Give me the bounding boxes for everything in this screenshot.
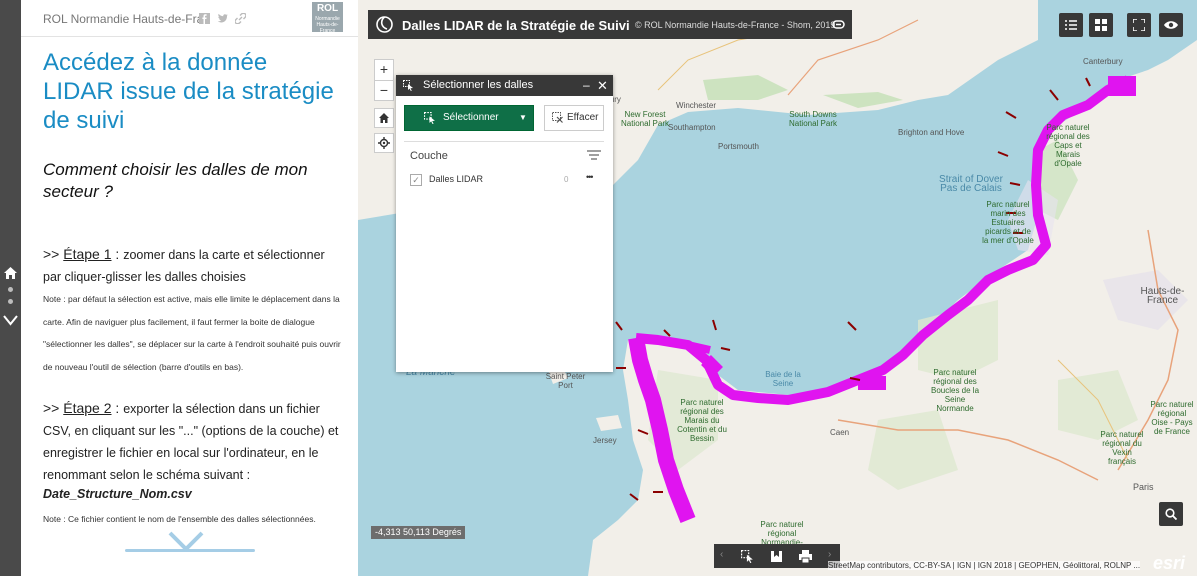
map-label: Brighton and Hove	[898, 128, 965, 137]
clear-button[interactable]: Effacer	[544, 105, 604, 131]
home-icon	[379, 113, 389, 123]
print-icon[interactable]	[799, 550, 812, 563]
layer-checkbox[interactable]: ✓	[410, 174, 422, 186]
story-panel: ROL Normandie Hauts-de-France ROLNormand…	[21, 0, 358, 576]
search-button[interactable]	[1159, 502, 1183, 526]
map-credits: © ROL Normandie Hauts-de-France - Shom, …	[635, 20, 836, 30]
basemap-button[interactable]	[1089, 13, 1113, 37]
page-title: Accédez à la donnée LIDAR issue de la st…	[43, 49, 334, 134]
link-icon[interactable]	[832, 19, 845, 30]
chevron-left-icon[interactable]: ‹	[720, 549, 723, 560]
swirl-logo-icon	[376, 16, 393, 33]
legend-button[interactable]	[1059, 13, 1083, 37]
map-label: Portsmouth	[718, 142, 759, 151]
story-nav-rail	[0, 0, 21, 576]
map-label: Parc naturel régional des Boucles de la …	[930, 368, 980, 413]
note-1: Note : par défaut la sélection est activ…	[43, 294, 341, 372]
layer-options-button[interactable]: •••	[586, 172, 594, 182]
caret-down-icon[interactable]: ▼	[519, 106, 527, 130]
map-view[interactable]: Salisbury Winchester Southampton New For…	[358, 0, 1197, 576]
locate-icon	[378, 137, 390, 149]
map-label: Paris	[1133, 482, 1154, 492]
layer-column-header: Couche	[410, 150, 448, 162]
list-icon	[1065, 20, 1077, 30]
map-label: Parc naturel marin des Estuaires picards…	[982, 200, 1034, 245]
section-subtitle: Comment choisir les dalles de mon secteu…	[43, 160, 308, 201]
zoom-control: + −	[374, 59, 394, 101]
chevron-right-icon[interactable]: ›	[828, 549, 831, 560]
home-icon[interactable]	[4, 267, 17, 279]
step2-label: Étape 2	[63, 400, 112, 416]
header-title: ROL Normandie Hauts-de-France	[43, 12, 199, 26]
link-icon[interactable]	[235, 13, 246, 24]
divider	[404, 141, 604, 142]
map-label: South Downs National Park	[788, 110, 838, 128]
map-label: Parc naturel régional des Caps et Marais…	[1046, 123, 1090, 168]
scroll-indicator	[125, 549, 255, 552]
dialog-title: Sélectionner les dalles	[423, 79, 534, 91]
map-title: Dalles LIDAR de la Stratégie de Suivi	[402, 18, 630, 33]
filter-list-icon[interactable]	[587, 150, 601, 162]
select-tool-icon[interactable]	[741, 550, 754, 563]
select-tool-icon	[424, 112, 435, 124]
clear-selection-icon	[552, 112, 563, 123]
search-icon	[1165, 508, 1177, 520]
zoom-in-button[interactable]: +	[375, 60, 393, 81]
map-label: Strait of Dover Pas de Calais	[939, 174, 1003, 194]
coordinates-readout: -4,313 50,113 Degrés	[371, 526, 466, 539]
nav-dot[interactable]	[8, 287, 13, 292]
grid-icon	[1095, 19, 1107, 31]
esri-logo: esri	[1153, 553, 1186, 573]
map-label: Jersey	[593, 436, 617, 445]
home-extent-button[interactable]	[374, 108, 394, 128]
layer-count: 0	[564, 175, 569, 184]
locate-button[interactable]	[374, 133, 394, 153]
close-icon[interactable]: ✕	[597, 75, 608, 96]
map-title-bar: Dalles LIDAR de la Stratégie de Suivi © …	[368, 10, 852, 39]
story-header: ROL Normandie Hauts-de-France ROLNormand…	[21, 0, 358, 37]
map-label: Caen	[830, 428, 850, 437]
map-label: Saint Peter Port	[545, 372, 586, 390]
bookmark-icon[interactable]	[770, 550, 783, 563]
map-label: Winchester	[676, 101, 717, 110]
map-label: Canterbury	[1083, 57, 1123, 66]
step1-paragraph: >> Étape 1 : zoomer dans la carte et sél…	[43, 246, 325, 284]
map-label: New Forest National Park	[620, 110, 670, 128]
map-label: Parc naturel régional des Marais du Cote…	[677, 398, 727, 443]
select-button[interactable]: Sélectionner ▼	[404, 105, 534, 131]
chevron-down-icon[interactable]	[3, 314, 18, 326]
fullscreen-icon	[1133, 19, 1145, 31]
rol-logo: ROL Normandie Hauts-de-France	[312, 2, 343, 34]
attribution: StreetMap contributors, CC-BY-SA | IGN |…	[828, 561, 1141, 570]
note-2: Note : Ce fichier contient le nom de l'e…	[43, 514, 316, 524]
map-label: Hauts-de-France	[1140, 286, 1185, 306]
map-label: Parc naturel régional du Vexin français	[1100, 430, 1144, 466]
filename-pattern: Date_Structure_Nom.csv	[43, 487, 192, 501]
clear-label: Effacer	[567, 112, 599, 123]
twitter-icon[interactable]	[217, 13, 228, 24]
select-tiles-dialog: Sélectionner les dalles – ✕ Sélectionner…	[396, 75, 613, 372]
layer-name: Dalles LIDAR	[429, 174, 484, 184]
map-label: Parc naturel régional Oise - Pays de Fra…	[1150, 400, 1194, 436]
visibility-button[interactable]	[1159, 13, 1183, 37]
step1-label: Étape 1	[63, 246, 112, 262]
select-tool-icon	[403, 80, 413, 91]
fullscreen-button[interactable]	[1127, 13, 1151, 37]
bottom-toolbar: ‹ ›	[714, 544, 840, 568]
eye-icon	[1164, 21, 1178, 29]
zoom-out-button[interactable]: −	[375, 81, 393, 101]
dialog-header: Sélectionner les dalles – ✕	[396, 75, 613, 96]
map-label: Baie de la Seine	[765, 370, 801, 388]
nav-dot[interactable]	[8, 299, 13, 304]
select-label: Sélectionner	[443, 112, 499, 123]
step2-paragraph: >> Étape 2 : exporter la sélection dans …	[43, 400, 339, 482]
facebook-icon[interactable]	[199, 13, 210, 24]
minimize-icon[interactable]: –	[583, 75, 590, 96]
map-label: Southampton	[668, 123, 716, 132]
